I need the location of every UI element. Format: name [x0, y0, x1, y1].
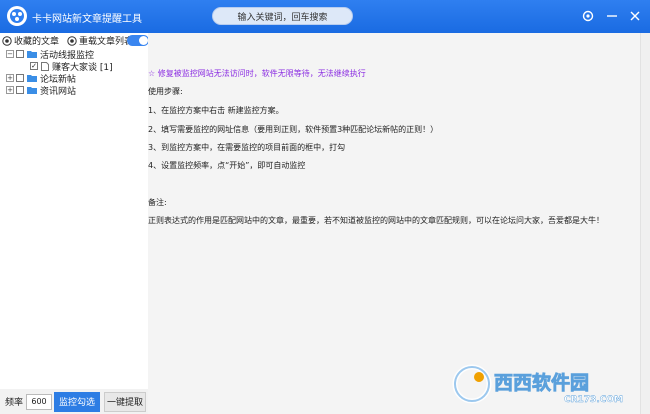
window-title: 卡卡网站新文章提醒工具 — [32, 14, 142, 25]
monitor-tree: − 活动线报监控 ✓ 赚客大家谈 [1] + 论坛新帖 + 资讯网站 — [0, 48, 148, 97]
favorites-label: 收藏的文章 — [14, 37, 60, 47]
collapse-icon[interactable]: − — [6, 50, 14, 58]
settings-icon[interactable] — [580, 8, 596, 24]
step-4: 4、设置监控频率，点“开始”，即可自动监控 — [148, 161, 306, 170]
reload-button[interactable]: 重载文章列表 — [67, 34, 133, 47]
bottom-controls: 频率 600 监控勾选 一键提取 — [0, 389, 148, 414]
step-3: 3、到监控方案中，在需要监控的项目前面的框中，打勾 — [148, 143, 346, 152]
frequency-input[interactable]: 600 — [26, 393, 53, 410]
tree-checkbox[interactable] — [16, 50, 24, 58]
tree-item-forum[interactable]: + 论坛新帖 — [0, 72, 148, 85]
frequency-label: 频率 — [5, 398, 24, 408]
minimize-icon[interactable] — [604, 8, 620, 24]
title-bar: 卡卡网站新文章提醒工具 输入关键词，回车搜索 — [0, 0, 650, 33]
watermark-domain: CR173.COM — [564, 395, 623, 405]
folder-icon — [27, 75, 37, 82]
tree-checkbox[interactable] — [16, 74, 24, 82]
watermark-logo: 西西软件园 CR173.COM — [452, 364, 623, 405]
close-icon[interactable] — [627, 8, 643, 24]
remark-title: 备注: — [148, 198, 167, 207]
document-icon — [41, 61, 49, 71]
toggle-switch[interactable] — [127, 35, 149, 46]
usage-title: 使用步骤: — [148, 87, 183, 96]
folder-icon — [27, 87, 37, 94]
expand-icon[interactable]: + — [6, 74, 14, 82]
app-logo-icon — [7, 6, 27, 26]
watermark-brand: 西西软件园 — [494, 371, 589, 394]
reload-icon — [67, 35, 77, 46]
tree-checkbox[interactable]: ✓ — [30, 62, 38, 70]
tree-item-label: 资讯网站 — [40, 86, 77, 97]
step-2: 2、填写需要监控的网址信息（要用到正则，软件预置3种匹配论坛新帖的正则！） — [148, 125, 439, 134]
step-1: 1、在监控方案中右击 新建监控方案。 — [148, 106, 284, 115]
tree-item-zhuanke[interactable]: ✓ 赚客大家谈 [1] — [0, 60, 148, 73]
left-toolbar: 收藏的文章 重载文章列表 — [0, 33, 149, 48]
tree-item-news[interactable]: + 资讯网站 — [0, 84, 148, 97]
tree-item-activity[interactable]: − 活动线报监控 — [0, 48, 148, 61]
folder-icon — [27, 51, 37, 58]
remark-text: 正则表达式的作用是匹配网站中的文章，最重要，若不知道被监控的网站中的文章匹配规则… — [148, 216, 604, 225]
search-input[interactable]: 输入关键词，回车搜索 — [212, 7, 353, 25]
notice-text: ☆ 修复被监控网站无法访问时，软件无限等待，无法继续执行 — [148, 69, 366, 78]
tree-checkbox[interactable] — [16, 86, 24, 94]
favorites-button[interactable]: 收藏的文章 — [2, 34, 59, 47]
scrollbar[interactable] — [640, 33, 650, 414]
extract-button[interactable]: 一键提取 — [104, 391, 147, 412]
reload-label: 重载文章列表 — [79, 37, 134, 47]
favorites-icon — [2, 35, 12, 46]
monitor-checked-button[interactable]: 监控勾选 — [54, 391, 101, 412]
left-panel: 收藏的文章 重载文章列表 − 活动线报监控 ✓ 赚客大家谈 [1] + 论坛新帖… — [0, 33, 149, 414]
expand-icon[interactable]: + — [6, 86, 14, 94]
